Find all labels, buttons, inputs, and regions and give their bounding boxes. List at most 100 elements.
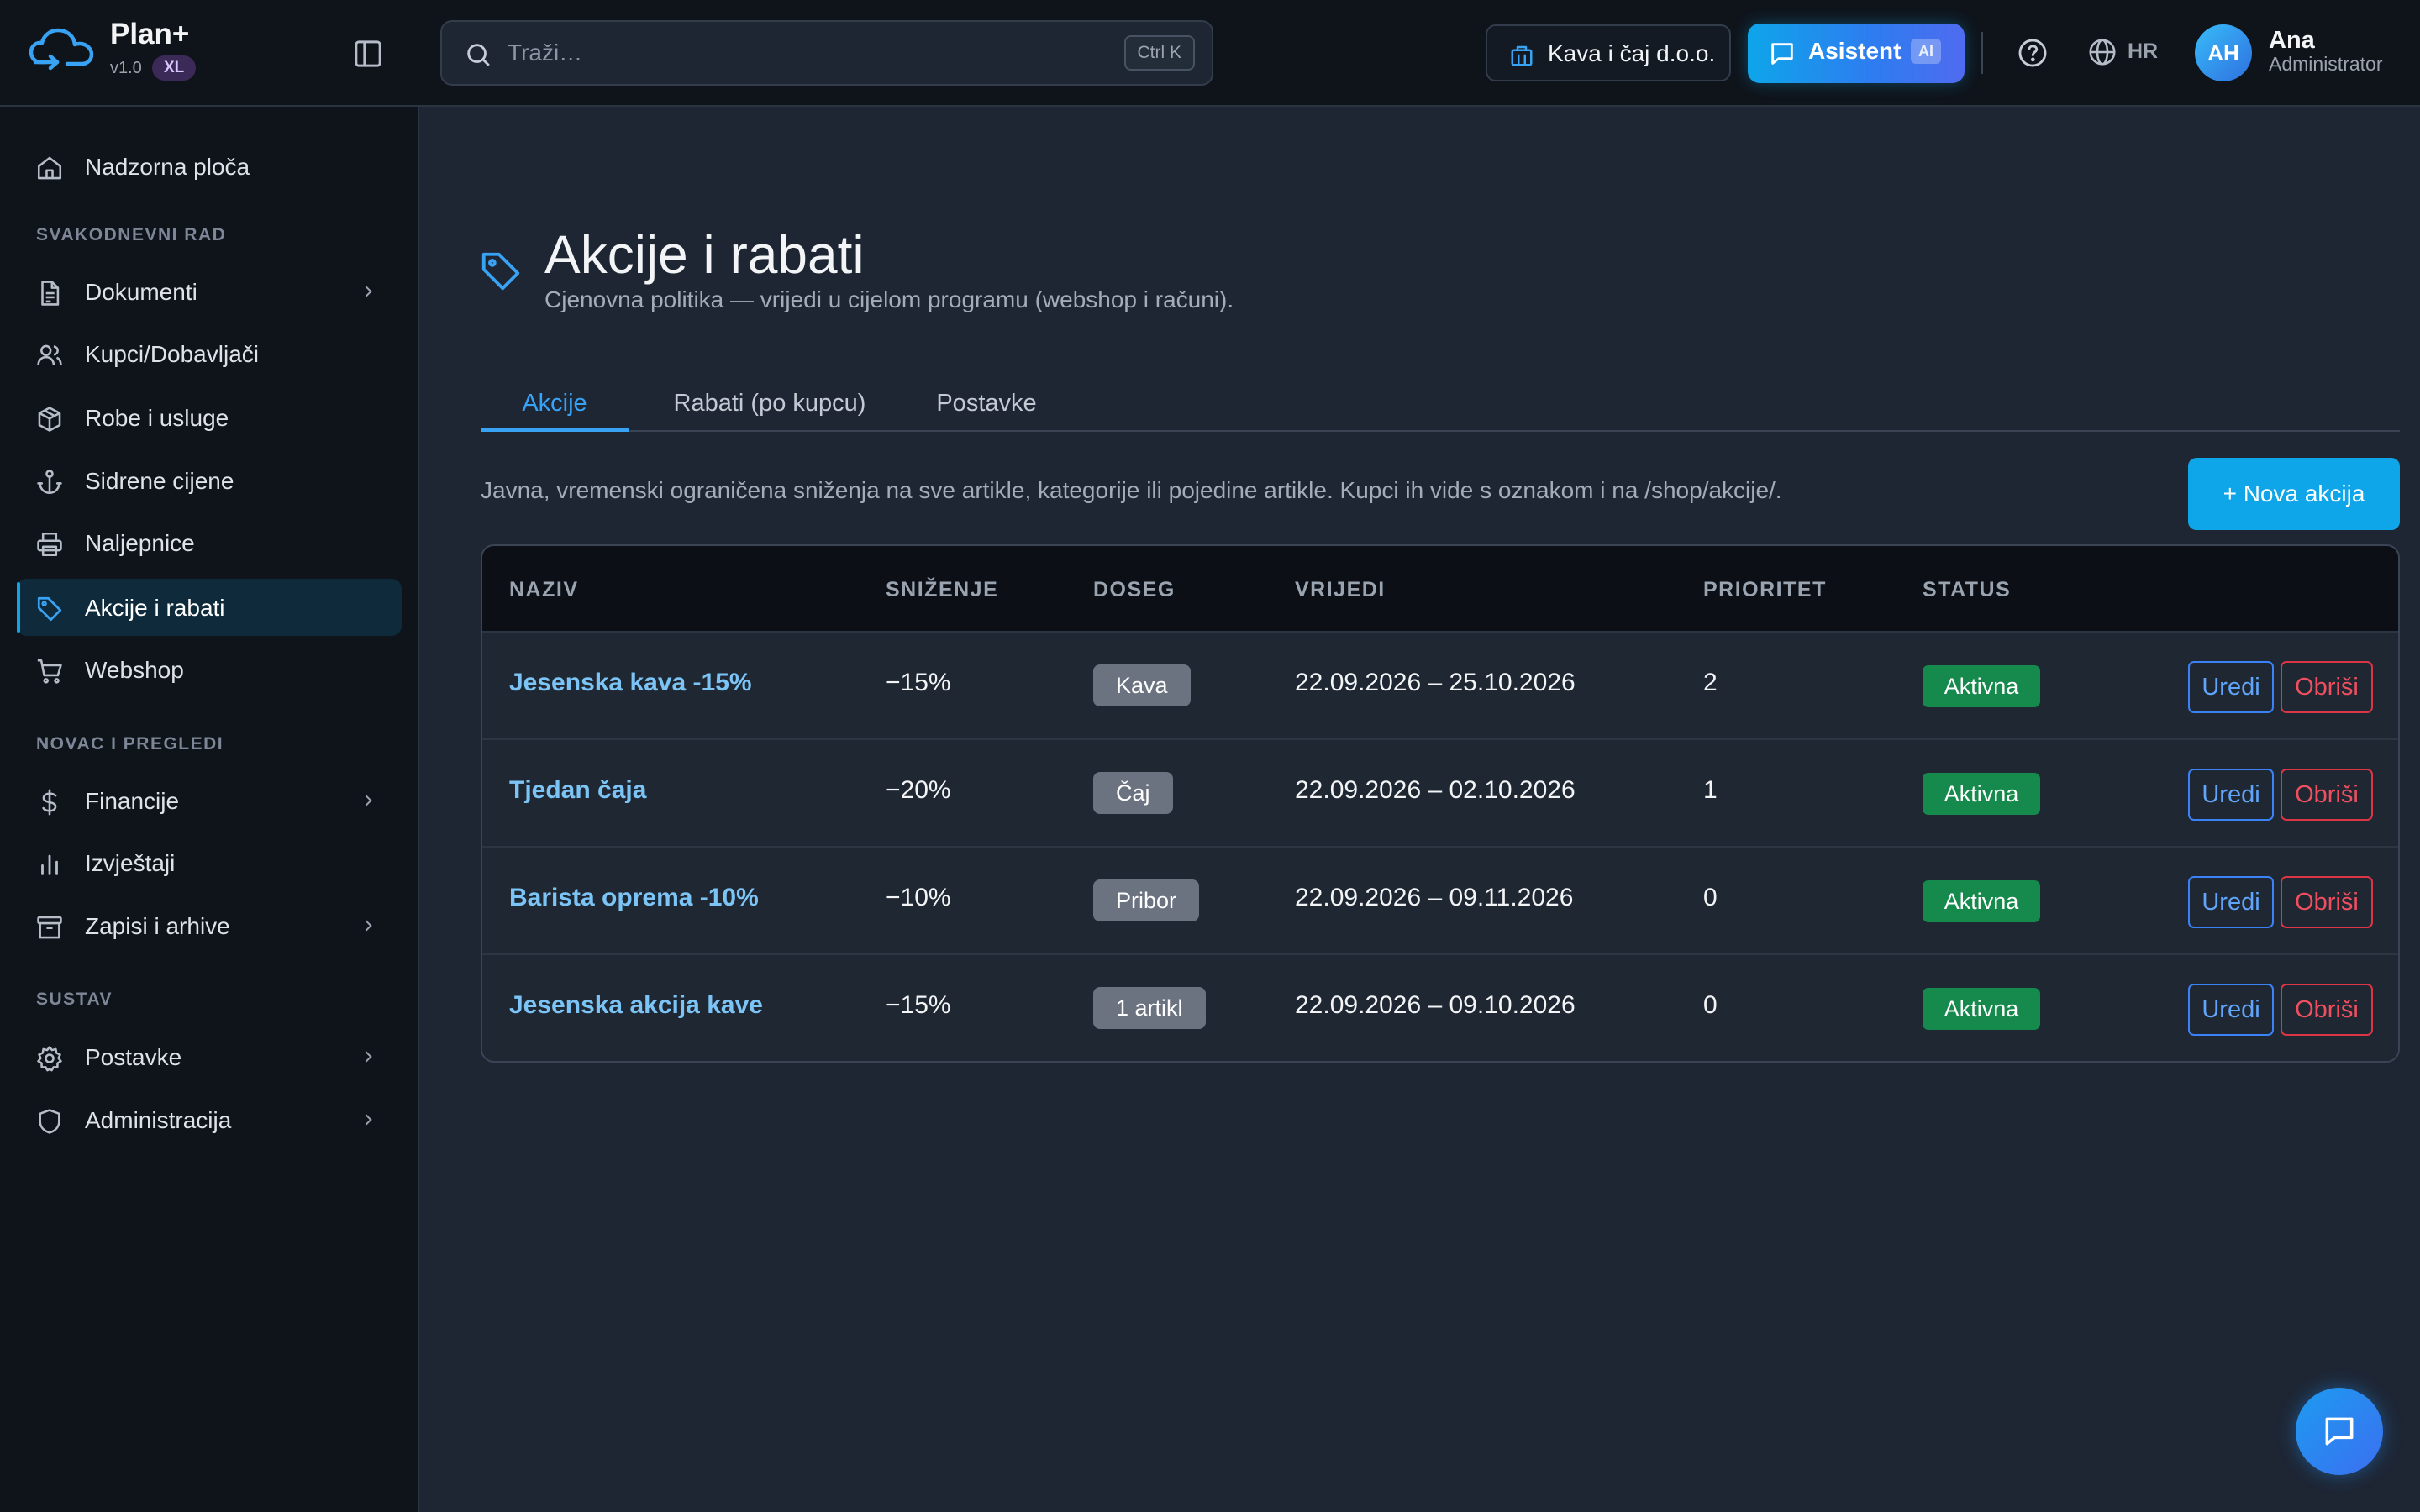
sidebar-item-dokumenti[interactable]: Dokumenti — [17, 263, 402, 320]
sidebar-item-sidrene-cijene[interactable]: Sidrene cijene — [17, 452, 402, 509]
help-icon[interactable] — [2017, 37, 2049, 69]
sidebar-item-naljepnice[interactable]: Naljepnice — [17, 514, 402, 571]
language-code: HR — [2128, 39, 2159, 63]
sidebar-item-akcije-i-rabati[interactable]: Akcije i rabati — [17, 579, 402, 636]
cart-icon — [35, 657, 64, 685]
promotion-name-link[interactable]: Barista oprema -10% — [509, 884, 759, 912]
anchor-icon — [35, 468, 64, 496]
home-icon — [35, 154, 64, 182]
delete-button[interactable]: Obriši — [2281, 876, 2373, 928]
scope-badge: Kava — [1093, 664, 1191, 706]
sidebar-item-izvjestaji[interactable]: Izvještaji — [17, 834, 402, 891]
section-label-money: NOVAC I PREGLEDI — [36, 734, 224, 753]
tab-bar: Akcije Rabati (po kupcu) Postavke — [481, 358, 2400, 432]
edit-button[interactable]: Uredi — [2188, 661, 2274, 713]
search-shortcut-hint: Ctrl K — [1123, 35, 1195, 71]
promotion-name-link[interactable]: Tjedan čaja — [509, 776, 646, 805]
ai-badge: AI — [1911, 39, 1941, 64]
column-header-status: STATUS — [1923, 578, 2012, 601]
priority-value: 0 — [1703, 991, 1718, 1019]
sidebar-item-label: Izvještaji — [85, 850, 176, 876]
search-box[interactable]: Ctrl K — [440, 20, 1213, 86]
app-version: v1.0 — [110, 59, 142, 77]
edit-button[interactable]: Uredi — [2188, 984, 2274, 1036]
sidebar-item-label: Akcije i rabati — [85, 595, 225, 621]
assistant-button[interactable]: Asistent AI — [1748, 24, 1965, 83]
sidebar-item-label: Nadzorna ploča — [85, 154, 250, 180]
sidebar-item-webshop[interactable]: Webshop — [17, 641, 402, 698]
promotion-name-link[interactable]: Jesenska kava -15% — [509, 669, 752, 697]
tab-postavke[interactable]: Postavke — [911, 373, 1062, 432]
chat-icon — [2321, 1413, 2358, 1450]
discount-value: −20% — [886, 776, 951, 804]
edition-badge: XL — [152, 55, 197, 81]
search-input[interactable] — [508, 34, 1045, 72]
delete-button[interactable]: Obriši — [2281, 984, 2373, 1036]
page-title: Akcije i rabati — [544, 224, 865, 285]
column-header-name: NAZIV — [509, 578, 579, 601]
building-icon — [1509, 43, 1534, 68]
avatar[interactable]: AH — [2195, 24, 2252, 81]
page-subtitle: Cjenovna politika — vrijedi u cijelom pr… — [544, 286, 1234, 312]
column-header-scope: DOSEG — [1093, 578, 1176, 601]
table-header: NAZIV SNIŽENJE DOSEG VRIJEDI PRIORITET S… — [482, 546, 2398, 633]
top-bar: Plan+ v1.0 XL Ctrl K Kava i čaj d.o.o. — [0, 0, 2420, 107]
scope-badge: Čaj — [1093, 772, 1173, 814]
sidebar-toggle-icon[interactable] — [351, 37, 385, 71]
sidebar-item-financije[interactable]: Financije — [17, 772, 402, 829]
chat-icon — [1768, 39, 1797, 68]
archive-icon — [35, 913, 64, 942]
app-name: Plan+ — [110, 18, 190, 50]
chevron-right-icon — [360, 1048, 376, 1065]
chevron-right-icon — [360, 283, 376, 300]
scope-badge: 1 artikl — [1093, 987, 1206, 1029]
column-header-discount: SNIŽENJE — [886, 578, 999, 601]
gear-icon — [35, 1044, 64, 1073]
sidebar-item-label: Webshop — [85, 657, 184, 683]
edit-button[interactable]: Uredi — [2188, 876, 2274, 928]
discount-value: −10% — [886, 884, 951, 911]
chat-fab-button[interactable] — [2296, 1388, 2383, 1475]
table-row: Barista oprema -10% −10% Pribor 22.09.20… — [482, 848, 2398, 955]
company-name: Kava i čaj d.o.o. — [1548, 40, 1716, 66]
edit-button[interactable]: Uredi — [2188, 769, 2274, 821]
sidebar-item-label: Sidrene cijene — [85, 468, 234, 494]
valid-range: 22.09.2026 – 02.10.2026 — [1295, 776, 1576, 804]
sidebar-item-label: Robe i usluge — [85, 405, 229, 431]
sidebar-item-kupci[interactable]: Kupci/Dobavljači — [17, 325, 402, 382]
scope-badge: Pribor — [1093, 879, 1200, 921]
tab-rabati[interactable]: Rabati (po kupcu) — [629, 373, 911, 432]
dollar-icon — [35, 788, 64, 816]
tab-akcije[interactable]: Akcije — [481, 373, 629, 432]
sidebar-item-robe[interactable]: Robe i usluge — [17, 389, 402, 446]
delete-button[interactable]: Obriši — [2281, 769, 2373, 821]
column-header-priority: PRIORITET — [1703, 578, 1827, 601]
sidebar-item-label: Postavke — [85, 1044, 182, 1070]
sidebar-item-postavke[interactable]: Postavke — [17, 1028, 402, 1085]
sidebar-item-zapisi-i-arhive[interactable]: Zapisi i arhive — [17, 897, 402, 954]
users-icon — [35, 341, 64, 370]
sidebar-item-dashboard[interactable]: Nadzorna ploča — [17, 138, 402, 195]
document-icon — [35, 279, 64, 307]
discount-value: −15% — [886, 669, 951, 696]
sidebar-item-label: Dokumenti — [85, 279, 197, 305]
discount-value: −15% — [886, 991, 951, 1019]
chevron-right-icon — [360, 792, 376, 809]
sidebar-item-administracija[interactable]: Administracija — [17, 1091, 402, 1148]
sidebar-item-label: Zapisi i arhive — [85, 913, 230, 939]
cloud-logo-icon — [29, 25, 94, 72]
new-promotion-button[interactable]: + Nova akcija — [2188, 458, 2400, 530]
header-divider — [1981, 32, 1983, 74]
promotion-name-link[interactable]: Jesenska akcija kave — [509, 991, 763, 1020]
tag-icon — [478, 249, 523, 294]
status-badge: Aktivna — [1923, 988, 2040, 1030]
user-name[interactable]: Ana — [2269, 27, 2315, 55]
priority-value: 1 — [1703, 776, 1718, 804]
priority-value: 0 — [1703, 884, 1718, 911]
status-badge: Aktivna — [1923, 665, 2040, 707]
valid-range: 22.09.2026 – 09.11.2026 — [1295, 884, 1574, 911]
status-badge: Aktivna — [1923, 880, 2040, 922]
delete-button[interactable]: Obriši — [2281, 661, 2373, 713]
valid-range: 22.09.2026 – 25.10.2026 — [1295, 669, 1576, 696]
company-selector-button[interactable]: Kava i čaj d.o.o. — [1486, 24, 1731, 81]
